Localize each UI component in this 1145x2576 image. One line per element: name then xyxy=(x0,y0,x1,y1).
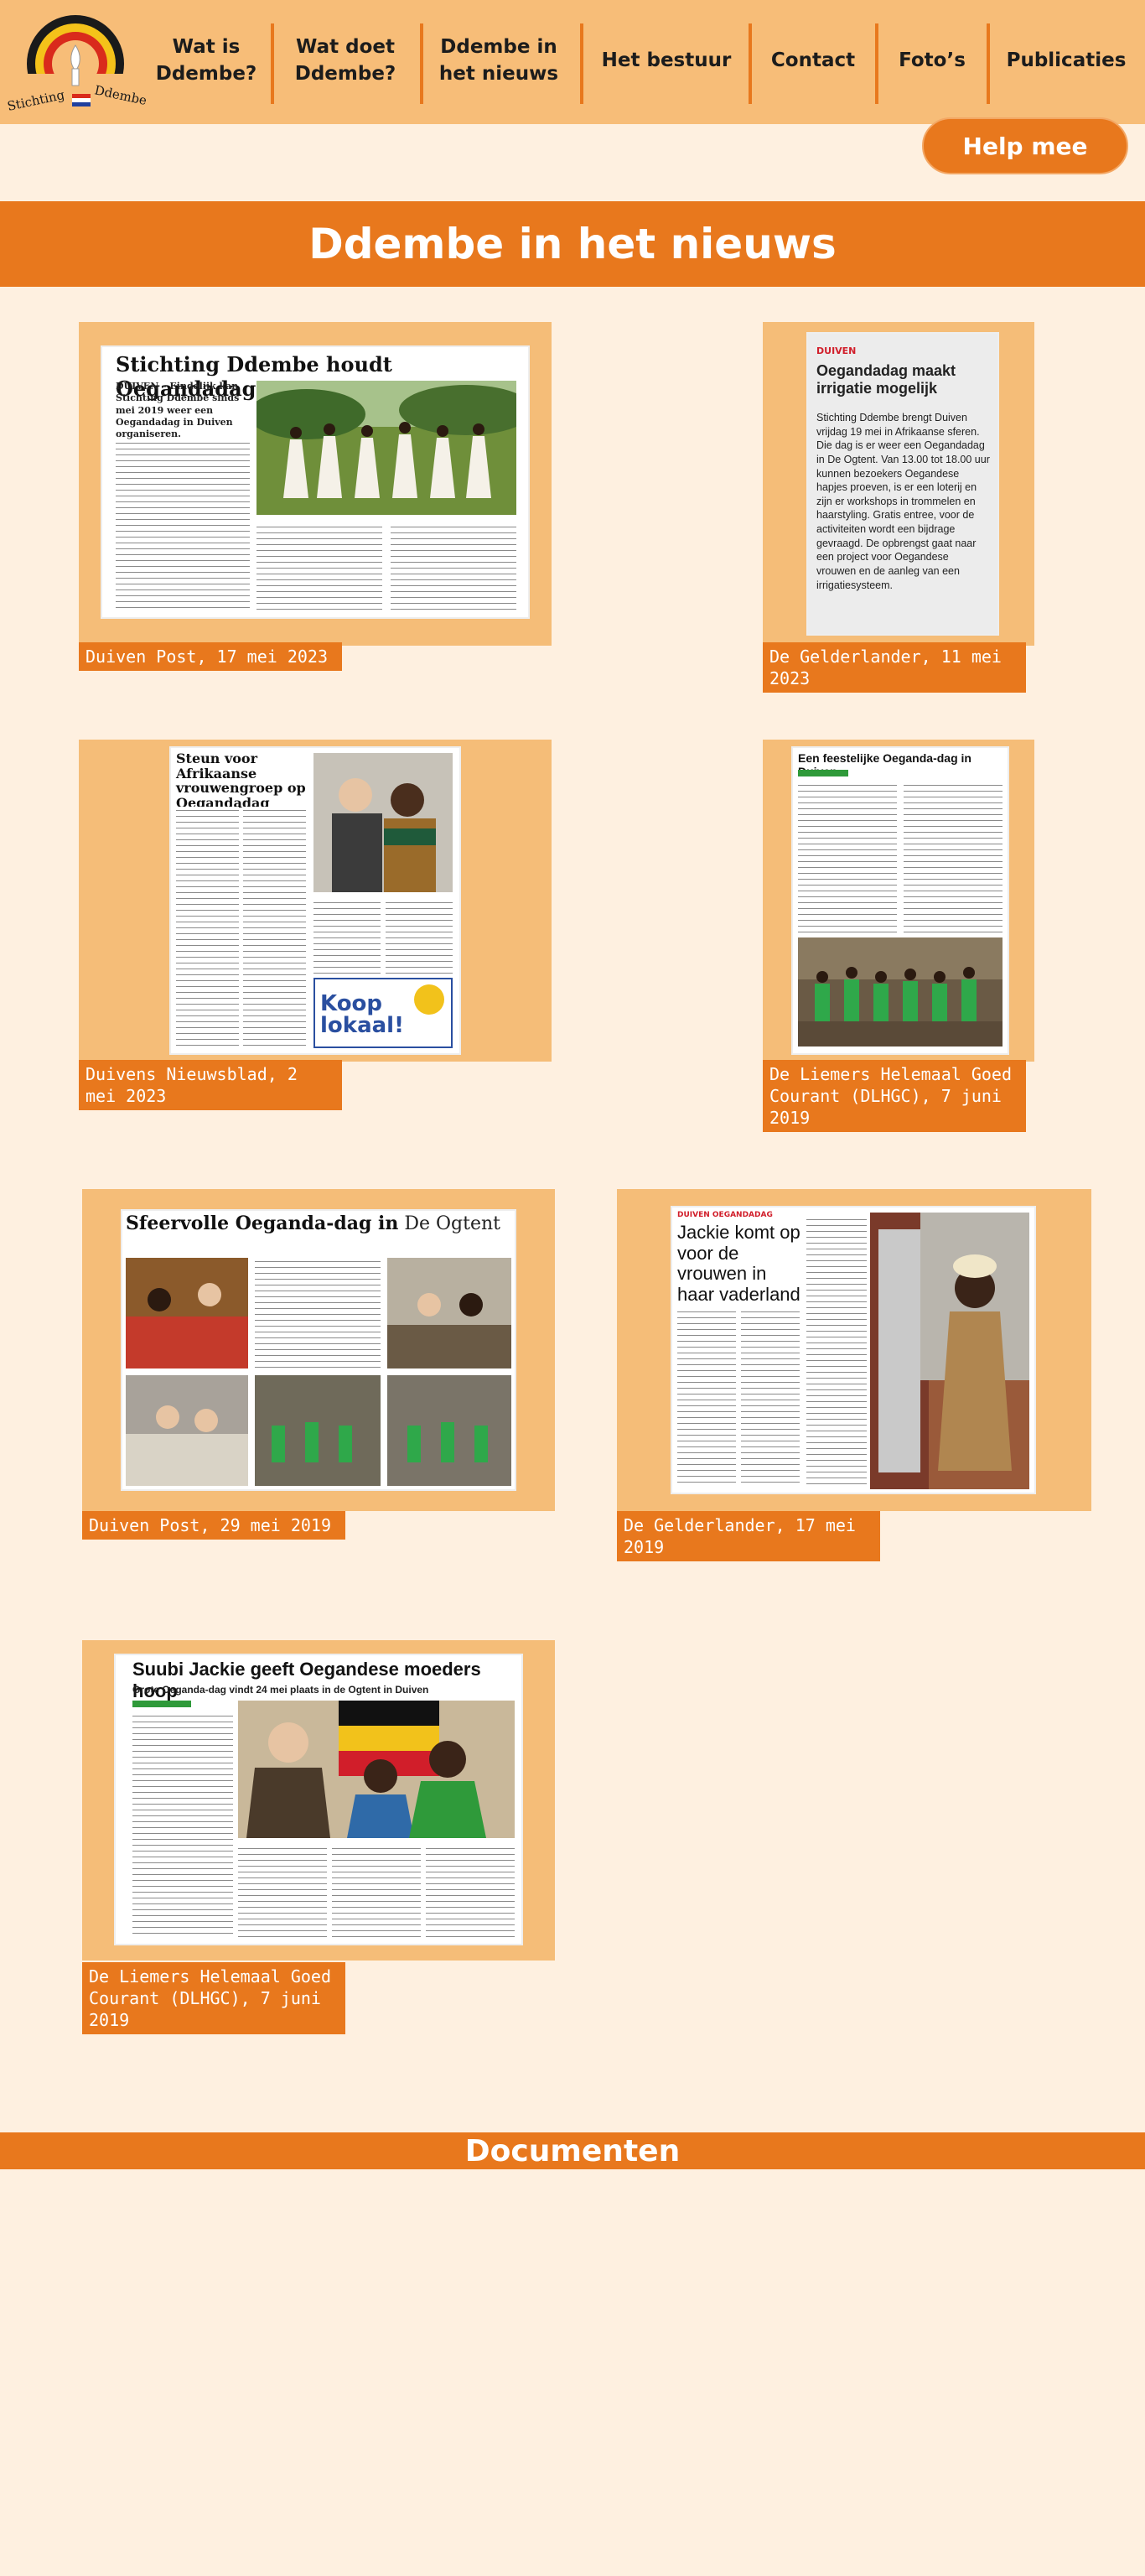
koop-lokaal-ad: Koop lokaal! xyxy=(313,978,453,1048)
text-column xyxy=(256,523,382,610)
dancers-green-photo xyxy=(798,937,1003,1046)
text-column xyxy=(313,899,381,974)
newspaper-clipping: Stichting Ddembe houdt Oegandadag DUIVEN… xyxy=(102,347,528,617)
article-source-caption: Duiven Post, 29 mei 2019 xyxy=(82,1511,345,1540)
nav-item-ddembe-in-het-nieuws[interactable]: Ddembe in het nieuws xyxy=(432,15,566,106)
text-column xyxy=(116,439,250,610)
newspaper-clipping: DUIVEN OEGANDADAG Jackie komt op voor de… xyxy=(672,1208,1034,1493)
clipping-headline: Oegandadag maakt irrigatie mogelijk xyxy=(816,362,956,397)
ddembe-logo[interactable]: Stichting Ddembe xyxy=(7,7,149,117)
newspaper-clipping: Suubi Jackie geeft Oegandese moeders hoo… xyxy=(116,1655,521,1944)
nav-divider xyxy=(271,23,274,104)
nav-label: Het bestuur xyxy=(601,49,732,71)
nav-label: Publicaties xyxy=(1006,49,1127,71)
nav-item-publicaties[interactable]: Publicaties xyxy=(1001,15,1132,106)
nav-divider xyxy=(420,23,423,104)
sticker-icon xyxy=(414,984,444,1015)
clipping-headline-tail: De Ogtent xyxy=(404,1213,500,1234)
clipping-kicker: DUIVEN xyxy=(816,345,857,356)
clipping-headline: Jackie komt op voor de vrouwen in haar v… xyxy=(677,1222,800,1305)
nav-item-contact[interactable]: Contact xyxy=(763,15,863,106)
nav-divider xyxy=(749,23,752,104)
text-column xyxy=(332,1845,421,1939)
clipping-subhead: Grote Oeganda-dag vindt 24 mei plaats in… xyxy=(132,1684,429,1696)
nav-label: het nieuws xyxy=(438,63,559,85)
text-column xyxy=(741,1308,800,1488)
group-photo xyxy=(238,1701,515,1838)
nav-label: Ddembe? xyxy=(294,63,396,85)
text-column xyxy=(798,782,897,932)
text-column xyxy=(238,1845,327,1939)
article-source-caption: De Liemers Helemaal Goed Courant (DLHGC)… xyxy=(763,1060,1026,1132)
event-photo xyxy=(387,1258,511,1368)
people-photo xyxy=(313,753,453,892)
news-card[interactable]: Een feestelijke Oeganda-dag in Duiven De… xyxy=(763,740,1034,1132)
author-tag xyxy=(798,770,848,776)
nav-divider xyxy=(875,23,878,104)
clipping-headline: Sfeervolle Oeganda-dag in xyxy=(126,1213,399,1234)
text-column xyxy=(255,1258,381,1370)
text-column xyxy=(391,523,516,610)
event-photo xyxy=(387,1375,511,1486)
event-photo xyxy=(255,1375,381,1486)
event-photo xyxy=(126,1258,248,1368)
article-source-caption: De Liemers Helemaal Goed Courant (DLHGC)… xyxy=(82,1962,345,2034)
nav-label: Foto’s xyxy=(899,49,966,71)
nav-label: Wat is xyxy=(172,35,241,58)
text-column xyxy=(426,1845,515,1939)
portrait-photo xyxy=(870,1213,1029,1489)
nav-label: Ddembe? xyxy=(155,63,257,85)
text-column xyxy=(243,807,306,1050)
news-card[interactable]: Stichting Ddembe houdt Oegandadag DUIVEN… xyxy=(79,322,552,671)
newspaper-clipping: Een feestelijke Oeganda-dag in Duiven xyxy=(793,748,1008,1053)
nav-divider xyxy=(580,23,583,104)
nav-divider xyxy=(987,23,990,104)
clipping-headline: Suubi Jackie geeft Oegandese moeders hoo… xyxy=(132,1659,481,1701)
newspaper-clipping: Sfeervolle Oeganda-dag in De Ogtent xyxy=(122,1211,515,1489)
article-source-caption: De Gelderlander, 17 mei 2019 xyxy=(617,1511,880,1561)
news-card[interactable]: DUIVEN OEGANDADAG Jackie komt op voor de… xyxy=(617,1189,1091,1561)
text-column xyxy=(386,899,453,974)
clipping-lead: DUIVEN – Eindelijk kan Stichting Ddembe … xyxy=(116,381,240,440)
author-tag xyxy=(132,1701,191,1707)
news-card[interactable]: DUIVEN Oegandadag maakt irrigatie mogeli… xyxy=(763,322,1034,693)
clipping-body: Stichting Ddembe brengt Duiven vrijdag 1… xyxy=(816,412,990,591)
text-column xyxy=(677,1308,736,1488)
help-mee-button[interactable]: Help mee xyxy=(922,117,1128,174)
text-column xyxy=(132,1712,233,1939)
dancers-photo xyxy=(256,381,516,515)
nav-item-fotos[interactable]: Foto’s xyxy=(890,15,974,106)
clipping-headline-row: Sfeervolle Oeganda-dag in De Ogtent xyxy=(126,1213,500,1234)
article-source-caption: De Gelderlander, 11 mei 2023 xyxy=(763,642,1026,693)
documents-heading: Documenten xyxy=(0,2132,1145,2169)
nav-label: Contact xyxy=(770,49,856,71)
article-source-caption: Duiven Post, 17 mei 2023 xyxy=(79,642,342,671)
nav-item-wat-is-ddembe[interactable]: Wat is Ddembe? xyxy=(155,15,257,106)
news-card[interactable]: Steun voor Afrikaanse vrouwengroep op Oe… xyxy=(79,740,552,1110)
news-card[interactable]: Suubi Jackie geeft Oegandese moeders hoo… xyxy=(82,1640,555,2034)
news-card[interactable]: Sfeervolle Oeganda-dag in De Ogtent Duiv… xyxy=(82,1189,555,1540)
newspaper-clipping: DUIVEN Oegandadag maakt irrigatie mogeli… xyxy=(808,334,997,634)
nav-label: Wat doet xyxy=(296,35,395,58)
nav-label: Ddembe in xyxy=(440,35,557,58)
page-title: Ddembe in het nieuws xyxy=(0,201,1145,287)
site-header: Stichting Ddembe Wat is Ddembe? Wat doet D… xyxy=(0,0,1145,124)
event-photo xyxy=(126,1375,248,1486)
clipping-kicker: DUIVEN OEGANDADAG xyxy=(677,1211,773,1219)
article-source-caption: Duivens Nieuwsblad, 2 mei 2023 xyxy=(79,1060,342,1110)
text-column xyxy=(806,1216,867,1488)
nav-item-wat-doet-ddembe[interactable]: Wat doet Ddembe? xyxy=(285,15,406,106)
nav-item-het-bestuur[interactable]: Het bestuur xyxy=(597,15,736,106)
text-column xyxy=(176,807,239,1050)
newspaper-clipping: Steun voor Afrikaanse vrouwengroep op Oe… xyxy=(171,748,459,1053)
text-column xyxy=(904,782,1003,932)
